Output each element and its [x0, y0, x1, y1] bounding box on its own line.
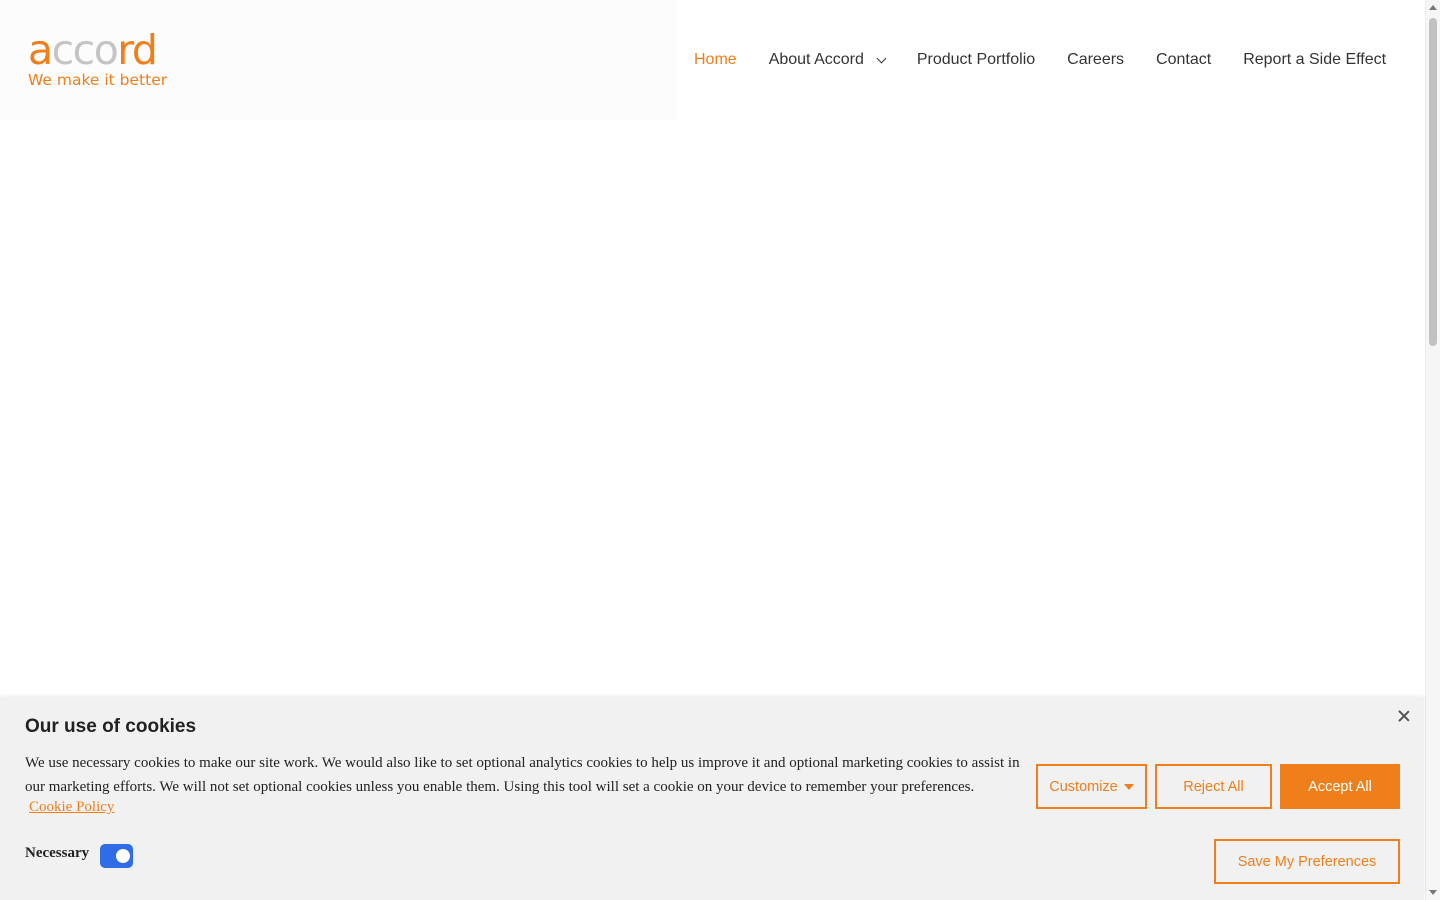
scroll-down-arrow-icon[interactable] [1429, 890, 1437, 895]
nav-item-careers[interactable]: Careers [1067, 51, 1124, 69]
reject-all-button[interactable]: Reject All [1155, 764, 1272, 809]
nav-item-report-side-effect[interactable]: Report a Side Effect [1243, 51, 1386, 69]
cookie-banner-title: Our use of cookies [25, 716, 197, 737]
scrollbar-thumb[interactable] [1429, 18, 1437, 346]
nav-label: Careers [1067, 51, 1125, 68]
nav-item-home[interactable]: Home [694, 51, 737, 69]
customize-label: Customize [1049, 778, 1118, 795]
customize-button[interactable]: Customize [1036, 764, 1147, 809]
logo-tagline: We make it better [28, 71, 168, 89]
accept-label: Accept All [1308, 778, 1372, 795]
nav-item-product-portfolio[interactable]: Product Portfolio [917, 51, 1035, 69]
nav-label: Contact [1156, 51, 1212, 68]
scroll-up-arrow-icon[interactable] [1429, 5, 1437, 10]
toggle-knob [116, 849, 130, 863]
accept-all-button[interactable]: Accept All [1280, 764, 1400, 809]
chevron-down-icon [876, 53, 887, 63]
cookie-banner: Our use of cookies We use necessary cook… [0, 697, 1424, 900]
logo-wordmark: accord [28, 26, 158, 74]
cookie-policy-link[interactable]: Cookie Policy [29, 799, 114, 816]
necessary-cookies-toggle[interactable] [100, 844, 133, 868]
necessary-cookies-label: Necessary [25, 845, 90, 861]
nav-label: Product Portfolio [916, 51, 1036, 68]
close-icon[interactable] [1397, 709, 1411, 723]
accord-logo[interactable]: accord We make it better [28, 30, 178, 90]
nav-label: Report a Side Effect [1243, 51, 1387, 68]
nav-label: Home [694, 51, 737, 68]
reject-label: Reject All [1183, 778, 1244, 795]
main-navigation: Home About Accord Product Portfolio Care… [694, 48, 1386, 72]
page-scrollbar[interactable] [1425, 0, 1440, 900]
save-label: Save My Preferences [1237, 853, 1377, 870]
nav-item-contact[interactable]: Contact [1156, 51, 1211, 69]
cookie-banner-text: We use necessary cookies to make our sit… [25, 755, 1020, 795]
caret-down-icon [1123, 784, 1134, 790]
nav-label: About Accord [768, 51, 864, 68]
save-preferences-button[interactable]: Save My Preferences [1214, 839, 1400, 884]
nav-item-about-accord[interactable]: About Accord [768, 51, 887, 69]
